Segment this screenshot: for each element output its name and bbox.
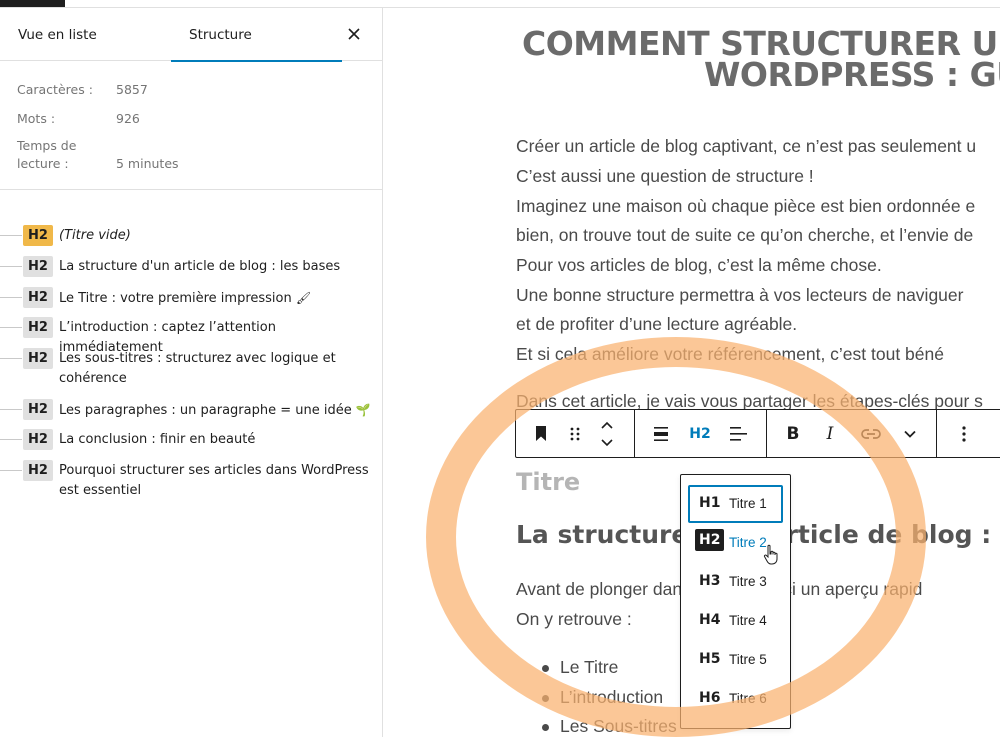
heading-option-label: Titre 1 [729,496,767,511]
heading-level-badge: H2 [23,317,53,338]
seedling-icon: 🌱 [355,403,371,417]
heading-level-badge: H2 [23,287,53,308]
outline-connector [0,235,22,236]
tab-structure[interactable]: Structure [171,8,342,62]
outline-item-label: Le Titre : votre première impression [59,291,292,306]
outline-item-text: La conclusion : finir en beauté [59,432,256,447]
outline-connector [0,409,22,410]
outline-connector [0,327,22,328]
outline-item-text: Les paragraphes : un paragraphe = une id… [59,400,371,421]
h2-icon: H2 [695,529,725,551]
toolbar-divider [936,410,937,457]
outline-connector [0,470,22,471]
panel-tabs: Vue en liste Structure [0,8,382,62]
h5-icon: H5 [699,651,721,667]
outline-item-text: Les sous-titres : structurez avec logiqu… [59,351,336,386]
chevron-down-icon[interactable] [893,410,927,457]
outline-connector [0,439,22,440]
post-title[interactable]: COMMENT STRUCTURER UN WORDPRESS : GU [522,27,1000,94]
heading-level-badge: H2 [23,225,53,246]
paragraph[interactable]: Et si cela améliore votre référencement,… [516,344,944,365]
characters-value: 5857 [116,82,148,97]
heading-level-badge: H2 [23,399,53,420]
reading-time-value: 5 minutes [116,156,179,171]
list-item: L’introduction [542,683,677,713]
close-icon[interactable] [344,24,364,44]
align-left-icon[interactable] [722,410,756,457]
link-icon[interactable] [854,410,888,457]
characters-label: Caractères : [17,82,93,97]
heading-block-icon[interactable] [644,410,678,457]
block-toolbar: H2 B I [515,409,1000,458]
empty-heading-block[interactable]: Titre [516,468,580,496]
heading-option-label: Titre 3 [729,574,767,589]
drag-handle-icon[interactable] [558,410,592,457]
reading-time-label-line1: Temps de [17,138,77,153]
document-overview-panel: Vue en liste Structure Caractères : 5857… [0,8,383,737]
heading-option-h6[interactable]: H6 Titre 6 [681,681,790,719]
document-stats: Caractères : 5857 Mots : 926 Temps de le… [0,61,382,190]
more-options-icon[interactable] [947,410,981,457]
outline-item-text: (Titre vide) [59,228,131,243]
outline-item-label: Les paragraphes : un paragraphe = une id… [59,403,352,418]
heading-level-badge: H2 [23,348,53,369]
move-up-down-icon[interactable] [590,410,624,457]
list-item: Le Titre [542,653,677,683]
paragraph[interactable]: C’est aussi une question de structure ! [516,166,814,187]
paragraph[interactable]: bien, on trouve tout de suite ce qu’on c… [516,225,973,246]
paragraph[interactable]: Imaginez une maison où chaque pièce est … [516,196,975,217]
toolbar-divider [766,410,767,457]
paragraph[interactable]: Une bonne structure permettra à vos lect… [516,285,963,306]
outline-item-text: Pourquoi structurer ses articles dans Wo… [59,463,369,498]
words-label: Mots : [17,111,56,126]
heading-level-badge: H2 [23,429,53,450]
heading-option-h2[interactable]: H2 Titre 2 [681,525,790,563]
heading-option-label: Titre 5 [729,652,767,667]
paintbrush-icon: 🖌 [295,291,312,305]
words-value: 926 [116,111,140,126]
toolbar-divider [634,410,635,457]
h4-icon: H4 [699,612,721,628]
h3-icon: H3 [699,573,721,589]
paragraph[interactable]: Pour vos articles de blog, c’est la même… [516,255,882,276]
editor-canvas: COMMENT STRUCTURER UN WORDPRESS : GU Cré… [384,8,1000,737]
outline-connector [0,266,22,267]
bookmark-icon[interactable] [524,410,558,457]
paragraph[interactable]: On y retrouve : [516,609,632,630]
paragraph[interactable]: et de profiter d’une lecture agréable. [516,314,797,335]
heading-level-dropdown: H1 Titre 1 H2 Titre 2 H3 Titre 3 H4 Titr… [680,474,791,729]
heading-option-label: Titre 2 [729,535,767,550]
tab-list-view[interactable]: Vue en liste [18,8,97,61]
heading-option-h4[interactable]: H4 Titre 4 [681,603,790,641]
italic-button[interactable]: I [813,410,847,457]
bold-button[interactable]: B [776,410,810,457]
heading-level-badge: H2 [23,256,53,277]
outline-item-text: La structure d'un article de blog : les … [59,259,341,274]
heading-option-h3[interactable]: H3 Titre 3 [681,564,790,602]
outline-connector [0,358,22,359]
outline-connector [0,297,22,298]
list-item: Les Sous-titres [542,712,677,737]
heading-level-button[interactable]: H2 [683,410,717,457]
reading-time-label-line2: lecture : [17,156,69,171]
h1-icon: H1 [699,495,721,511]
h6-icon: H6 [699,690,721,706]
paragraph[interactable]: Créer un article de blog captivant, ce n… [516,136,976,157]
post-title-line2: WORDPRESS : GU [704,55,1000,94]
bullet-list[interactable]: Le Titre L’introduction Les Sous-titres [542,653,677,737]
tab-structure-label: Structure [189,27,252,43]
heading-option-label: Titre 6 [729,691,767,706]
heading-option-h5[interactable]: H5 Titre 5 [681,642,790,680]
heading-option-h1[interactable]: H1 Titre 1 [688,485,783,523]
heading-option-label: Titre 4 [729,613,767,628]
heading-level-badge: H2 [23,460,53,481]
outline-item-text: Le Titre : votre première impression 🖌 [59,288,371,309]
